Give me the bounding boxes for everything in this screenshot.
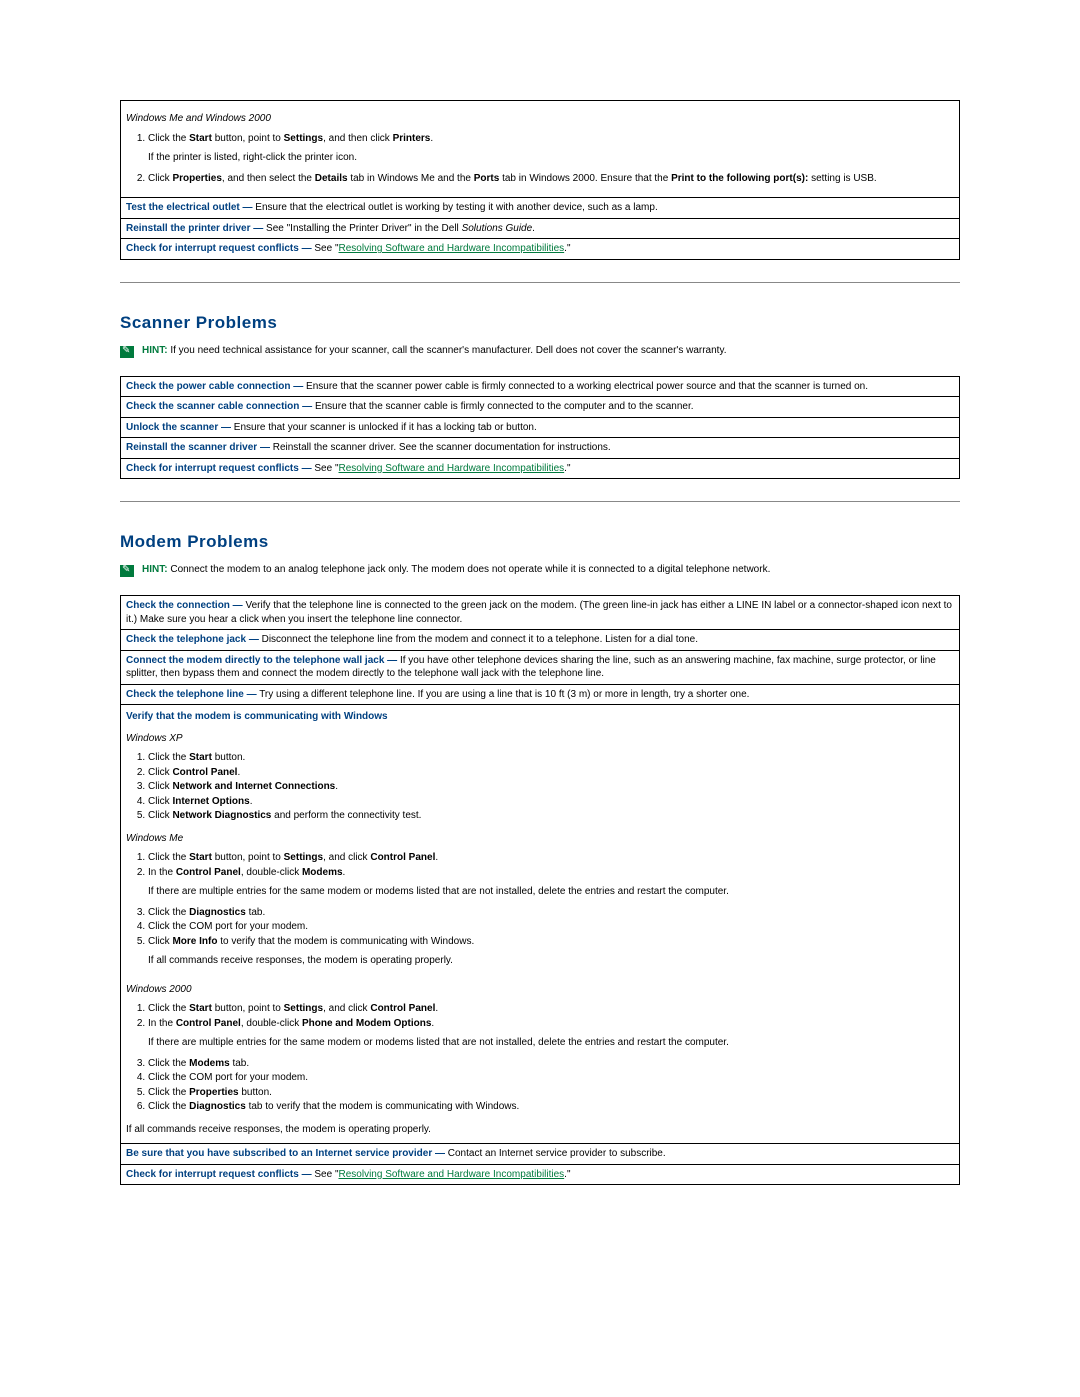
modem-row-irq: Check for interrupt request conflicts — … bbox=[121, 1164, 960, 1185]
modem-heading: Modem Problems bbox=[120, 532, 960, 552]
scanner-table: Check the power cable connection — Ensur… bbox=[120, 376, 960, 480]
modem-row-line: Check the telephone line — Try using a d… bbox=[121, 684, 960, 705]
me-note-1: If there are multiple entries for the sa… bbox=[148, 879, 954, 905]
modem-row-verify: Verify that the modem is communicating w… bbox=[121, 705, 960, 1144]
me-step-2: In the Control Panel, double-click Modem… bbox=[148, 866, 954, 906]
w2k-step-5: Click the Properties button. bbox=[148, 1086, 954, 1101]
xp-step-2: Click Control Panel. bbox=[148, 766, 954, 781]
scanner-hint: HINT: If you need technical assistance f… bbox=[120, 345, 960, 358]
hint-icon bbox=[120, 346, 134, 358]
xp-step-1: Click the Start button. bbox=[148, 751, 954, 766]
scanner-heading: Scanner Problems bbox=[120, 313, 960, 333]
os-label-2000: Windows 2000 bbox=[126, 983, 954, 997]
modem-table: Check the connection — Verify that the t… bbox=[120, 595, 960, 1185]
xp-step-4: Click Internet Options. bbox=[148, 795, 954, 810]
w2k-step-4: Click the COM port for your modem. bbox=[148, 1071, 954, 1086]
modem-verify-heading: Verify that the modem is communicating w… bbox=[126, 710, 954, 724]
modem-row-connection: Check the connection — Verify that the t… bbox=[121, 596, 960, 630]
w2k-step-3: Click the Modems tab. bbox=[148, 1057, 954, 1072]
os-label-me: Windows Me bbox=[126, 832, 954, 846]
printer-step-1-note: If the printer is listed, right-click th… bbox=[148, 145, 954, 171]
printer-reinstall-row: Reinstall the printer driver — See "Inst… bbox=[121, 218, 960, 239]
scanner-row-unlock: Unlock the scanner — Ensure that your sc… bbox=[121, 417, 960, 438]
os-label: Windows Me and Windows 2000 bbox=[126, 112, 954, 126]
printer-irq-row: Check for interrupt request conflicts — … bbox=[121, 239, 960, 260]
printer-continued-cell: Windows Me and Windows 2000 Click the St… bbox=[121, 101, 960, 198]
modem-row-jack: Check the telephone jack — Disconnect th… bbox=[121, 630, 960, 651]
divider bbox=[120, 282, 960, 283]
me-steps: Click the Start button, point to Setting… bbox=[148, 851, 954, 975]
w2k-step-1: Click the Start button, point to Setting… bbox=[148, 1002, 954, 1017]
printer-table: Windows Me and Windows 2000 Click the St… bbox=[120, 100, 960, 260]
scanner-row-power: Check the power cable connection — Ensur… bbox=[121, 376, 960, 397]
printer-step-1: Click the Start button, point to Setting… bbox=[148, 132, 954, 172]
modem-irq-link[interactable]: Resolving Software and Hardware Incompat… bbox=[339, 1169, 565, 1180]
w2k-note-2: If all commands receive responses, the m… bbox=[126, 1123, 954, 1137]
me-step-4: Click the COM port for your modem. bbox=[148, 920, 954, 935]
xp-step-5: Click Network Diagnostics and perform th… bbox=[148, 809, 954, 824]
modem-row-isp: Be sure that you have subscribed to an I… bbox=[121, 1144, 960, 1165]
hint-label: HINT: bbox=[142, 564, 168, 575]
w2k-step-6: Click the Diagnostics tab to verify that… bbox=[148, 1100, 954, 1115]
printer-irq-link[interactable]: Resolving Software and Hardware Incompat… bbox=[339, 243, 565, 254]
w2k-note-1: If there are multiple entries for the sa… bbox=[148, 1030, 954, 1056]
scanner-row-irq: Check for interrupt request conflicts — … bbox=[121, 458, 960, 479]
printer-outlet-row: Test the electrical outlet — Ensure that… bbox=[121, 198, 960, 219]
scanner-row-reinstall: Reinstall the scanner driver — Reinstall… bbox=[121, 438, 960, 459]
printer-step-2: Click Properties, and then select the De… bbox=[148, 172, 954, 187]
me-step-1: Click the Start button, point to Setting… bbox=[148, 851, 954, 866]
divider bbox=[120, 501, 960, 502]
document-page: Windows Me and Windows 2000 Click the St… bbox=[0, 0, 1080, 1271]
modem-hint: HINT: Connect the modem to an analog tel… bbox=[120, 564, 960, 577]
me-step-5: Click More Info to verify that the modem… bbox=[148, 935, 954, 975]
scanner-row-cable: Check the scanner cable connection — Ens… bbox=[121, 397, 960, 418]
xp-step-3: Click Network and Internet Connections. bbox=[148, 780, 954, 795]
xp-steps: Click the Start button. Click Control Pa… bbox=[148, 751, 954, 824]
w2k-step-2: In the Control Panel, double-click Phone… bbox=[148, 1017, 954, 1057]
hint-text: Connect the modem to an analog telephone… bbox=[168, 564, 771, 575]
modem-row-walljack: Connect the modem directly to the teleph… bbox=[121, 650, 960, 684]
os-label-xp: Windows XP bbox=[126, 732, 954, 746]
printer-steps: Click the Start button, point to Setting… bbox=[148, 132, 954, 187]
hint-icon bbox=[120, 565, 134, 577]
me-step-3: Click the Diagnostics tab. bbox=[148, 906, 954, 921]
me-note-2: If all commands receive responses, the m… bbox=[148, 948, 954, 974]
scanner-irq-link[interactable]: Resolving Software and Hardware Incompat… bbox=[339, 463, 565, 474]
hint-text: If you need technical assistance for you… bbox=[168, 345, 727, 356]
w2k-steps: Click the Start button, point to Setting… bbox=[148, 1002, 954, 1115]
hint-label: HINT: bbox=[142, 345, 168, 356]
